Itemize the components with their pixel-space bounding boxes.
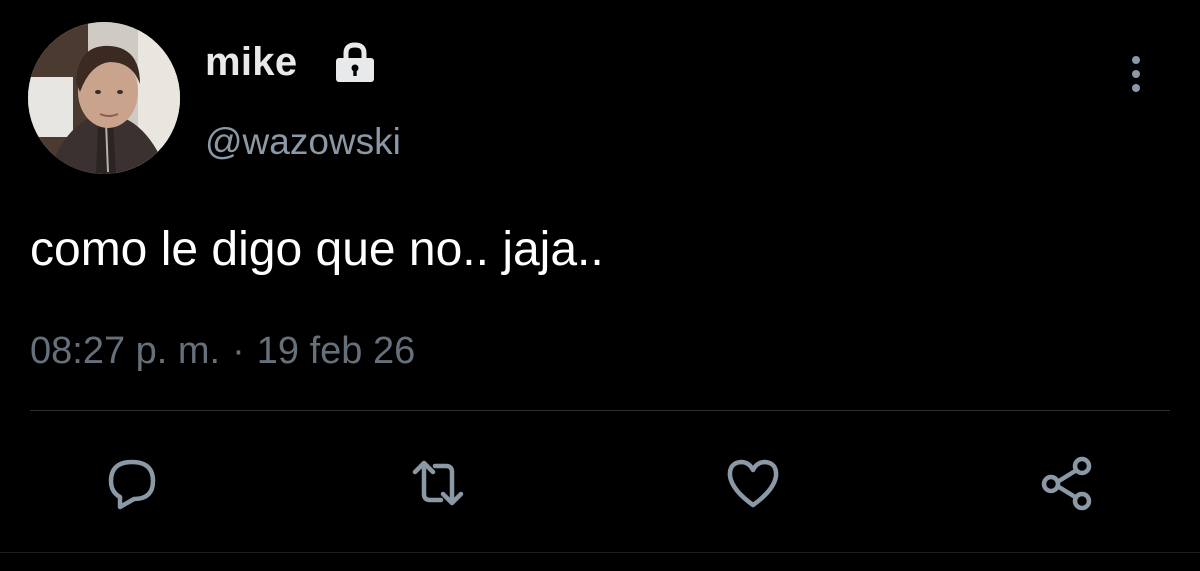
meta-separator: · bbox=[232, 330, 245, 372]
tweet-date: 19 feb 26 bbox=[256, 330, 416, 372]
display-name[interactable]: mike bbox=[205, 42, 297, 82]
reply-icon[interactable] bbox=[103, 454, 161, 512]
lock-icon bbox=[336, 42, 374, 82]
tweet-text: como le digo que no.. jaja.. bbox=[30, 223, 604, 276]
tweet-card: mike @wazowski como le digo que no.. jaj… bbox=[0, 0, 1200, 571]
divider bbox=[30, 410, 1170, 411]
retweet-icon[interactable] bbox=[409, 454, 467, 512]
heart-icon[interactable] bbox=[724, 454, 782, 512]
avatar-photo bbox=[28, 22, 180, 174]
tweet-timestamp[interactable]: 08:27 p. m. · 19 feb 26 bbox=[30, 332, 415, 370]
share-icon[interactable] bbox=[1038, 454, 1096, 512]
tweet-time: 08:27 p. m. bbox=[30, 330, 221, 372]
avatar[interactable] bbox=[28, 22, 180, 174]
user-handle[interactable]: @wazowski bbox=[205, 123, 401, 160]
more-vertical-icon[interactable] bbox=[1118, 50, 1154, 98]
bottom-divider bbox=[0, 552, 1200, 553]
